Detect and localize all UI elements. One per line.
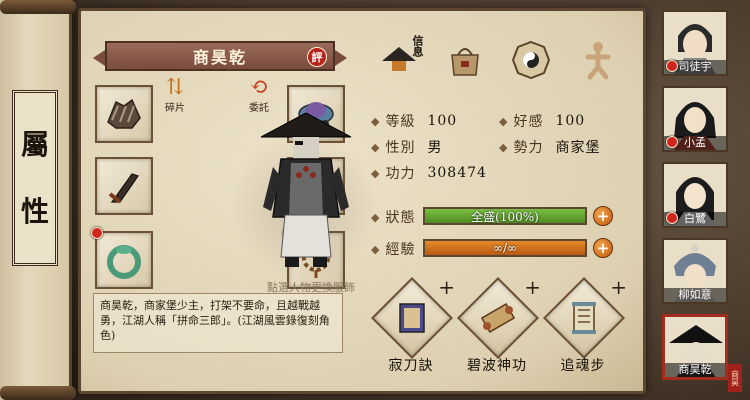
tab-bagua[interactable] xyxy=(505,33,557,87)
roster-item[interactable]: 柳如意 xyxy=(662,238,728,304)
faction-value: 商家堡 xyxy=(555,140,601,156)
title-char-1: 屬 xyxy=(20,127,49,161)
skill-upgrade-icon[interactable]: + xyxy=(524,275,541,299)
diamond-icon: ◆ xyxy=(371,140,380,154)
shards-label: 碎片 xyxy=(165,103,185,114)
character-name-banner: 商昊乾 評 xyxy=(93,41,347,71)
step-scroll-icon xyxy=(559,293,609,343)
bag-icon xyxy=(451,48,479,76)
diamond-icon: ◆ xyxy=(499,140,508,154)
tab-info[interactable]: 信息 xyxy=(373,33,425,87)
up-arrow-icon: ⇅ xyxy=(165,75,185,100)
gender-label: 性別 xyxy=(385,140,416,156)
roster-item[interactable]: 司徒宇 xyxy=(662,10,728,76)
scroll-rod-top xyxy=(0,0,76,14)
exp-plus-button[interactable]: + xyxy=(593,238,613,258)
roster-item-active[interactable]: 商昊乾 xyxy=(662,314,728,380)
scroll-rod-bottom xyxy=(0,386,76,400)
attribute-panel: 商昊乾 評 ⇅ 碎片 ⟲ 委託 點選人物更換服飾 商昊乾，商家堡少主，打架不要命… xyxy=(78,8,646,394)
tab-info-label: 信息 xyxy=(411,35,424,57)
swap-icon: ⟲ xyxy=(249,75,269,100)
game-screen: 屬 性 商昊乾 評 ⇅ 碎片 ⟲ 委託 點選人物更換服飾 商昊乾，商家堡少主，打… xyxy=(0,0,750,400)
exp-bar: ∞/∞ xyxy=(423,239,587,257)
exp-row: ◆ 經驗 xyxy=(371,239,415,259)
skill-3-name: 追魂步 xyxy=(560,358,606,374)
favor-label: 好感 xyxy=(513,114,544,130)
roster-alert-dot xyxy=(666,212,678,224)
favor-row: ◆ 好感 100 xyxy=(499,111,585,131)
rate-button[interactable]: 評 xyxy=(307,47,327,67)
power-value: 308474 xyxy=(427,165,487,181)
sword-icon xyxy=(108,173,139,204)
title-char-2: 性 xyxy=(20,194,49,228)
character-description: 商昊乾，商家堡少主，打架不要命，且越戰越勇，江湖人稱「拼命三郎」。(江湖風雲錄復… xyxy=(93,293,343,353)
power-row: ◆ 功力 308474 xyxy=(371,163,487,183)
attribute-title: 屬 性 xyxy=(12,90,58,266)
skill-2-name: 碧波神功 xyxy=(467,358,527,374)
skill-2[interactable]: + 碧波神功 xyxy=(456,275,541,383)
side-scroll: 屬 性 xyxy=(0,0,76,400)
power-label: 功力 xyxy=(385,166,416,182)
gender-row: ◆ 性別 男 xyxy=(371,137,442,157)
favor-value: 100 xyxy=(555,113,586,129)
level-value: 100 xyxy=(427,113,458,129)
weapon-slot[interactable] xyxy=(95,157,153,215)
status-bar-text: 全盛(100%) xyxy=(471,209,539,224)
level-label: 等級 xyxy=(385,114,416,130)
ring-alert-dot xyxy=(91,227,103,239)
character-name: 商昊乾 xyxy=(192,48,247,67)
diamond-icon: ◆ xyxy=(371,210,380,224)
armor-icon xyxy=(107,98,141,129)
blade-scroll-icon xyxy=(387,293,437,343)
armor-slot[interactable] xyxy=(95,85,153,143)
diamond-icon: ◆ xyxy=(499,114,508,128)
status-label: 狀態 xyxy=(385,210,416,226)
skill-1-name: 寂刀訣 xyxy=(388,358,434,374)
status-row: ◆ 狀態 xyxy=(371,207,415,227)
jade-ring-icon xyxy=(107,245,141,279)
tab-meridian[interactable] xyxy=(571,33,623,87)
skill-1[interactable]: + 寂刀訣 xyxy=(370,275,455,383)
character-roster: 司徒宇 小孟 白鷺 柳如意 商昊乾 商昊 xyxy=(652,6,744,394)
skill-upgrade-icon[interactable]: + xyxy=(438,275,455,299)
status-plus-button[interactable]: + xyxy=(593,206,613,226)
roster-name: 商昊乾 xyxy=(665,363,725,377)
roster-item[interactable]: 白鷺 xyxy=(662,162,728,228)
gender-value: 男 xyxy=(427,140,443,156)
ring-slot[interactable] xyxy=(91,227,153,289)
detail-tabs: 信息 xyxy=(373,33,635,93)
diamond-icon: ◆ xyxy=(371,242,380,256)
roster-alert-dot xyxy=(666,136,678,148)
diamond-icon: ◆ xyxy=(371,166,380,180)
exp-label: 經驗 xyxy=(385,242,416,258)
roster-name: 柳如意 xyxy=(664,288,726,302)
seal-stamp: 商昊 xyxy=(728,364,742,392)
meridian-icon xyxy=(585,42,611,80)
exp-bar-text: ∞/∞ xyxy=(492,241,518,255)
wave-scroll-icon xyxy=(473,293,523,343)
skill-upgrade-icon[interactable]: + xyxy=(610,275,627,299)
character-figure[interactable] xyxy=(251,107,361,275)
shards-button[interactable]: ⇅ 碎片 xyxy=(165,75,185,115)
tab-bag[interactable] xyxy=(439,33,491,87)
level-row: ◆ 等級 100 xyxy=(371,111,457,131)
faction-row: ◆ 勢力 商家堡 xyxy=(499,137,600,157)
roster-alert-dot xyxy=(666,60,678,72)
diamond-icon: ◆ xyxy=(371,114,380,128)
bagua-icon xyxy=(511,40,551,80)
skill-3[interactable]: + 追魂步 xyxy=(542,275,627,383)
status-bar: 全盛(100%) xyxy=(423,207,587,225)
roster-item[interactable]: 小孟 xyxy=(662,86,728,152)
faction-label: 勢力 xyxy=(513,140,544,156)
